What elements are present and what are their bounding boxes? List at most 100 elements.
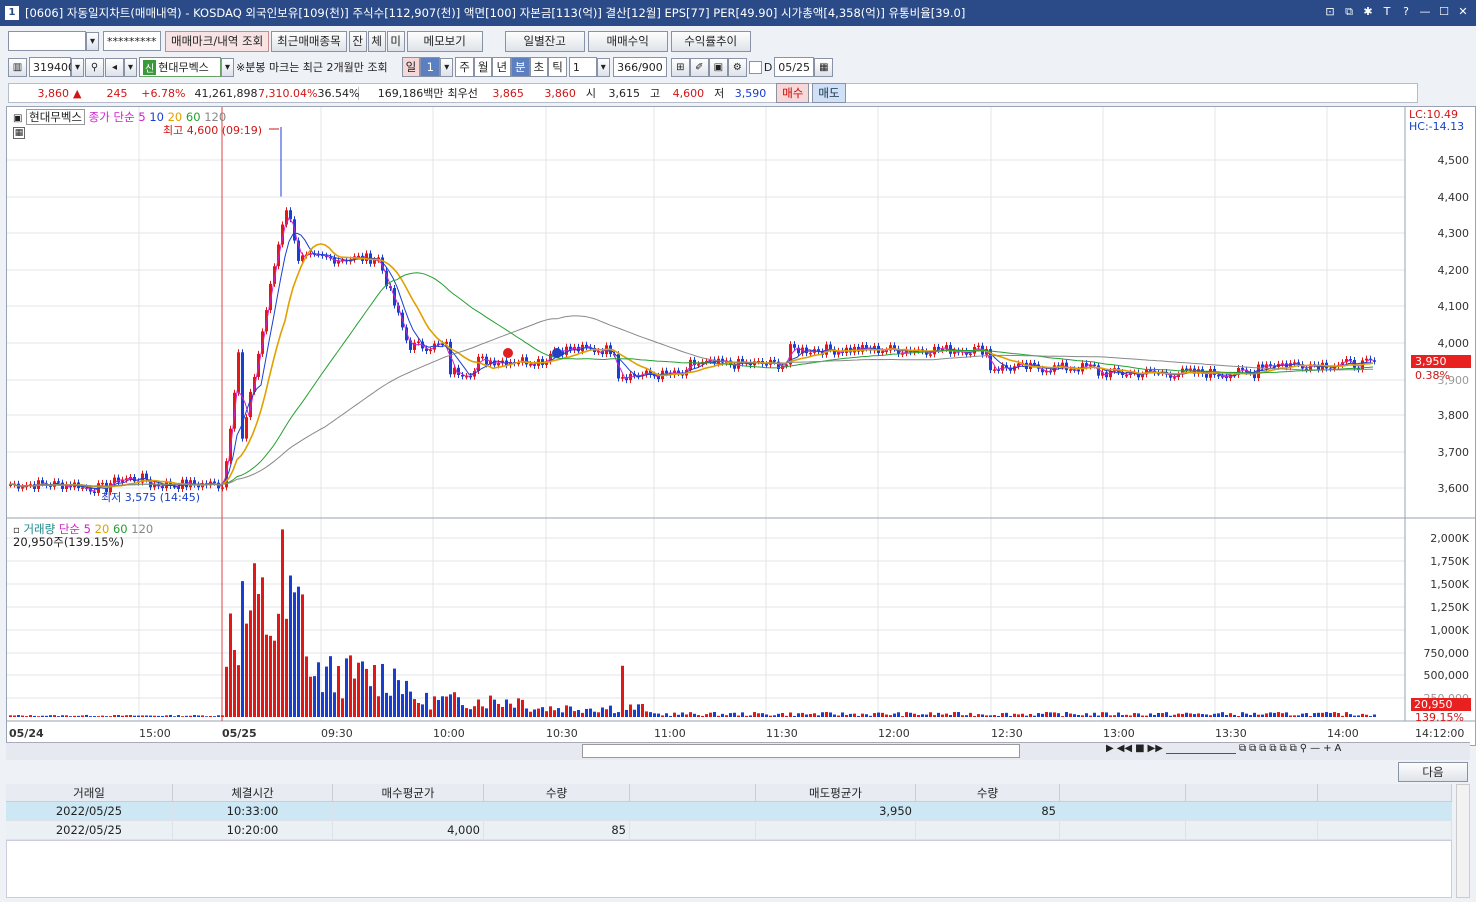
date-input[interactable]: 05/25 — [774, 57, 815, 77]
close-icon[interactable]: ✕ — [1456, 4, 1470, 20]
volume-bar — [309, 676, 312, 717]
table-scrollbar[interactable] — [1456, 784, 1470, 898]
table-row[interactable]: 2022/05/25 10:20:00 4,000 85 — [6, 821, 1452, 840]
plus-icon[interactable]: + — [1323, 743, 1331, 754]
minus-icon[interactable]: — — [1310, 743, 1320, 754]
scroll-thumb[interactable] — [582, 744, 1020, 758]
help-icon[interactable]: ? — [1399, 4, 1413, 20]
volume-bar — [825, 711, 828, 717]
account-dropdown-icon[interactable]: ▾ — [86, 31, 99, 51]
volume-bar — [865, 714, 868, 717]
volume-bar — [1305, 713, 1308, 717]
volume-bar — [233, 649, 236, 717]
stop-icon[interactable]: ■ — [1135, 743, 1144, 754]
unfilled-button[interactable]: 미 — [386, 30, 405, 52]
volume-bar — [997, 715, 1000, 717]
memo-button[interactable]: 메모보기 — [406, 30, 483, 52]
layout-icon[interactable]: ▥ — [8, 57, 27, 77]
price-tick: 4,000 — [1437, 337, 1470, 350]
link-icon[interactable]: ⊡ — [1323, 4, 1337, 20]
volume-bar — [677, 714, 680, 717]
sell-button[interactable]: 매도 — [812, 83, 846, 103]
balance-button[interactable]: 잔 — [348, 30, 367, 52]
code-dropdown-icon[interactable]: ▾ — [71, 57, 84, 77]
tab-tick[interactable]: 틱 — [548, 57, 567, 77]
day-dropdown-icon[interactable]: ▾ — [440, 57, 454, 77]
view-icon[interactable]: ⧉ — [1249, 743, 1256, 754]
zoom-icon[interactable]: ⚲ — [1300, 743, 1307, 754]
view-icon[interactable]: ⧉ — [1290, 743, 1297, 754]
volume-bar — [457, 697, 460, 717]
grid-table-icon[interactable]: ▦ — [13, 127, 25, 139]
pin-icon[interactable]: ✱ — [1361, 4, 1375, 20]
indicator-icon[interactable]: ⊞ — [670, 57, 690, 77]
tab-second[interactable]: 초 — [529, 57, 549, 77]
chart-area[interactable]: ▣ 현대무벡스 종가 단순 5 10 20 60 120 ▦ 최고 4,600 … — [6, 106, 1476, 746]
tab-day[interactable]: 일 — [401, 57, 421, 77]
trade-profit-button[interactable]: 매매수익 — [587, 30, 668, 52]
volume-bar — [781, 712, 784, 717]
copy-icon[interactable]: ⧉ — [1342, 4, 1356, 20]
speaker-icon[interactable]: ◂ — [105, 57, 124, 77]
volume-bar — [313, 676, 316, 717]
chart-scrollbar[interactable]: ▶ ◀◀ ■ ▶▶ ⧉ ⧉ ⧉ ⧉ ⧉ ⧉ ⚲ — + A — [6, 742, 1470, 760]
d-checkbox[interactable] — [748, 60, 762, 74]
stock-code-input[interactable]: 319400 — [29, 57, 75, 77]
last-volume-tag: 20,950 — [1411, 698, 1471, 711]
forward-icon[interactable]: ▶▶ — [1148, 743, 1163, 754]
volume-bar — [181, 716, 184, 717]
volume-bar — [773, 715, 776, 717]
volume-bar — [581, 712, 584, 717]
daily-balance-button[interactable]: 일별잔고 — [504, 30, 585, 52]
tab-month[interactable]: 월 — [473, 57, 493, 77]
font-icon[interactable]: T — [1380, 4, 1394, 20]
settings-icon[interactable]: ⚙ — [727, 57, 747, 77]
play-icon[interactable]: ▶ — [1106, 743, 1114, 754]
volume-bar — [529, 711, 532, 717]
volume-bar — [373, 665, 376, 717]
recent-items-button[interactable]: 최근매매종목 — [271, 30, 347, 52]
next-button[interactable]: 다음 — [1398, 762, 1468, 782]
account-input[interactable] — [8, 31, 86, 51]
buy-button[interactable]: 매수 — [776, 83, 810, 103]
price-volume-chart[interactable] — [7, 107, 1475, 745]
speaker-dropdown-icon[interactable]: ▾ — [124, 57, 137, 77]
time-tick: 12:30 — [991, 727, 1023, 740]
view-icon[interactable]: ⧉ — [1259, 743, 1266, 754]
cell — [1318, 802, 1452, 820]
interval-input[interactable]: 1 — [568, 57, 597, 77]
password-input[interactable]: ********* — [103, 31, 161, 51]
view-icon[interactable]: ⧉ — [1269, 743, 1276, 754]
font-size-icon[interactable]: A — [1335, 743, 1342, 754]
volume-bar — [537, 708, 540, 717]
tool-icon[interactable]: ✐ — [689, 57, 709, 77]
save-icon[interactable]: ▣ — [708, 57, 728, 77]
interval-dropdown-icon[interactable]: ▾ — [596, 57, 610, 77]
return-trend-button[interactable]: 수익률추이 — [670, 30, 751, 52]
tab-minute[interactable]: 분 — [511, 57, 530, 77]
view-icon[interactable]: ⧉ — [1280, 743, 1287, 754]
name-dropdown-icon[interactable]: ▾ — [221, 57, 234, 77]
tab-year[interactable]: 년 — [492, 57, 512, 77]
tab-week[interactable]: 주 — [455, 57, 474, 77]
rewind-icon[interactable]: ◀◀ — [1117, 743, 1132, 754]
volume-bar — [953, 712, 956, 717]
filled-button[interactable]: 체 — [367, 30, 386, 52]
scroll-controls: ▶ ◀◀ ■ ▶▶ ⧉ ⧉ ⧉ ⧉ ⧉ ⧉ ⚲ — + A — [1106, 743, 1341, 754]
count-field[interactable]: 366/900 — [612, 57, 667, 77]
volume-bar — [873, 713, 876, 717]
minimize-icon[interactable]: — — [1418, 4, 1432, 20]
mark-query-button[interactable]: 매매마크/내역 조회 — [165, 30, 270, 52]
volume-bar — [361, 661, 364, 717]
calendar-icon[interactable]: ▦ — [814, 57, 834, 77]
view-icon[interactable]: ⧉ — [1239, 743, 1246, 754]
volume-bar — [725, 715, 728, 717]
volume-bar — [1253, 712, 1256, 717]
zoom-slider[interactable] — [1165, 743, 1236, 754]
volume-bar — [133, 715, 136, 717]
maximize-icon[interactable]: ☐ — [1437, 4, 1451, 20]
table-row[interactable]: 2022/05/25 10:33:00 3,950 85 — [6, 802, 1452, 821]
search-icon[interactable]: ⚲ — [85, 57, 104, 77]
day-count-field[interactable]: 1 — [420, 57, 441, 77]
col-header — [1318, 784, 1452, 801]
